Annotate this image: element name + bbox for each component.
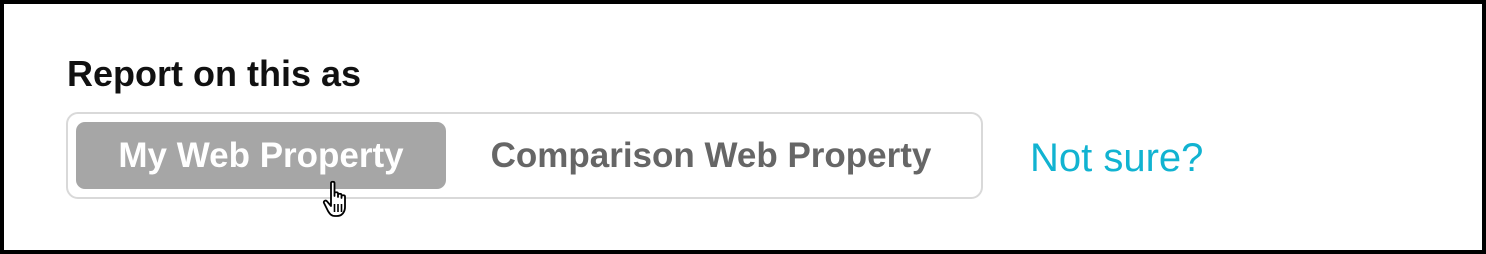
not-sure-link[interactable]: Not sure?: [1030, 135, 1203, 181]
report-type-panel: Report on this as My Web Property Compar…: [0, 0, 1486, 254]
hand-pointer-cursor-icon: [322, 180, 346, 217]
my-web-property-option[interactable]: My Web Property: [76, 122, 446, 189]
report-heading: Report on this as: [67, 53, 362, 94]
comparison-web-property-option[interactable]: Comparison Web Property: [456, 122, 966, 189]
report-type-toggle: My Web Property Comparison Web Property: [66, 112, 983, 199]
